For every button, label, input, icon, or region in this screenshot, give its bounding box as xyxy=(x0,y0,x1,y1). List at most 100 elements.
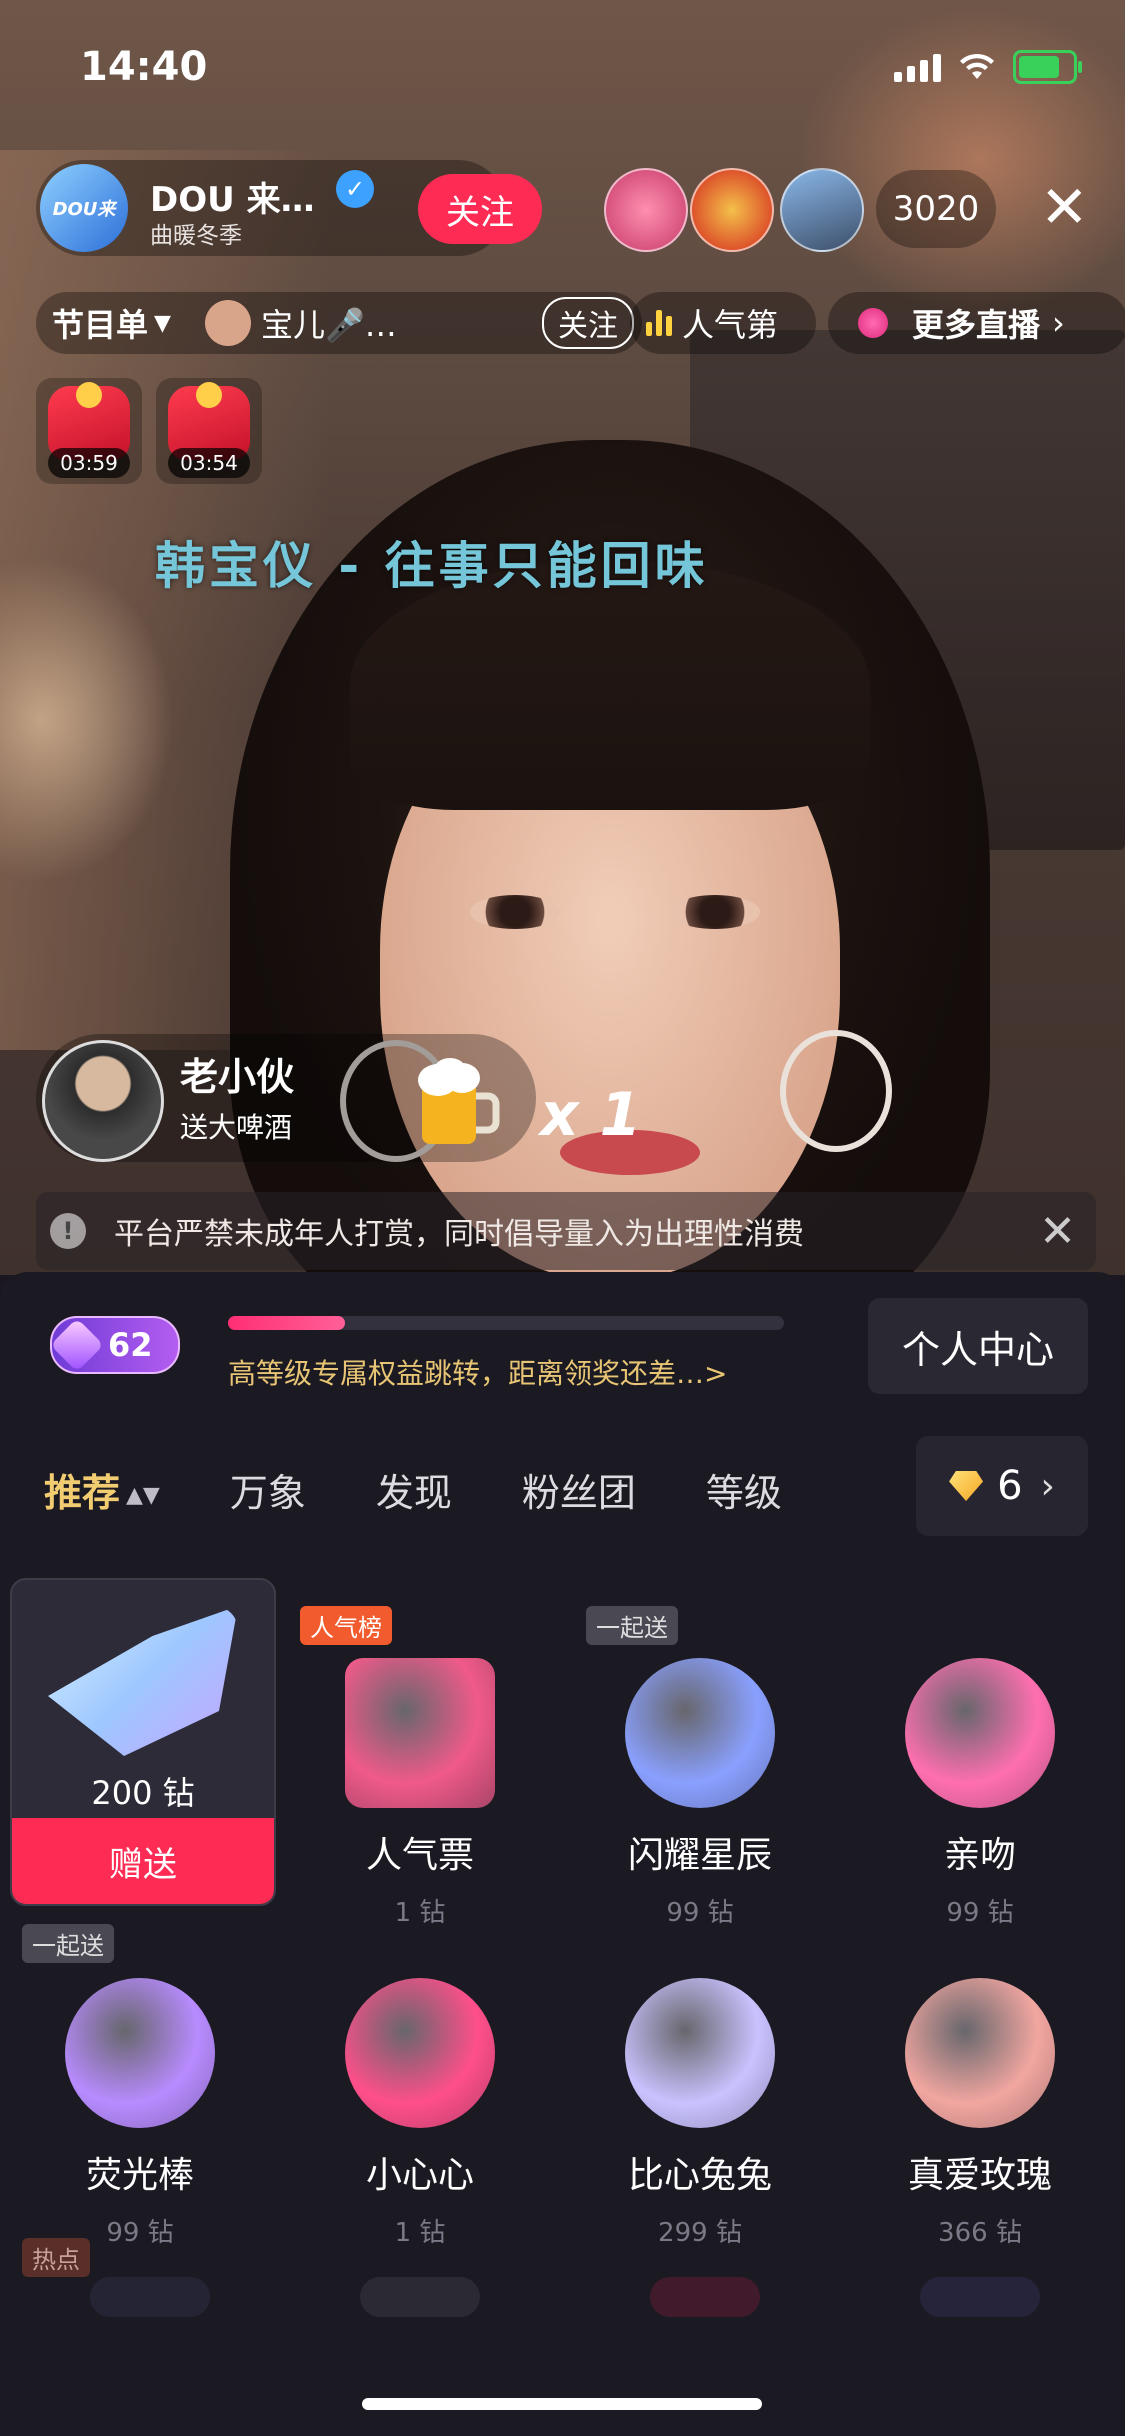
chevron-right-icon: › xyxy=(1052,304,1065,342)
crystal-shoe-icon xyxy=(48,1606,238,1756)
user-level-badge[interactable]: 62 xyxy=(50,1316,180,1374)
red-packet-timer: 03:54 xyxy=(168,448,250,478)
performer-follow-button[interactable]: 关注 xyxy=(542,297,634,349)
signal-icon xyxy=(894,52,941,82)
sender-avatar[interactable] xyxy=(42,1040,164,1162)
status-time: 14:40 xyxy=(80,44,208,90)
popularity-ticket-icon xyxy=(345,1658,495,1808)
heart-bunny-icon xyxy=(625,1978,775,2128)
close-icon[interactable]: ✕ xyxy=(1040,178,1089,236)
viewer-avatar[interactable] xyxy=(690,168,774,252)
viewer-count[interactable]: 3020 xyxy=(876,170,996,248)
viewer-avatar[interactable] xyxy=(780,168,864,252)
tab-discover[interactable]: 发现 xyxy=(376,1462,452,1517)
verified-icon: ✓ xyxy=(336,170,374,208)
diamond-balance[interactable]: 6 › xyxy=(916,1436,1088,1536)
chevron-right-icon: › xyxy=(1040,1465,1055,1507)
gift-action: 送大啤酒 xyxy=(180,1111,293,1144)
small-heart-icon xyxy=(345,1978,495,2128)
send-gift-button[interactable]: 赠送 xyxy=(12,1818,274,1904)
gift-tag: 人气榜 xyxy=(300,1606,392,1645)
diamond-icon xyxy=(949,1471,984,1501)
gift-item[interactable]: 闪耀星辰 99 钻 xyxy=(570,1658,830,1929)
host-subtitle: 曲暖冬季 xyxy=(150,223,242,249)
sender-name: 老小伙 xyxy=(180,1055,295,1099)
gift-item-partial xyxy=(650,2277,760,2317)
gift-name: 真爱玫瑰 xyxy=(907,2155,1052,2196)
gift-price: 366 钻 xyxy=(938,2218,1022,2248)
gift-item[interactable]: 比心兔兔 299 钻 xyxy=(570,1978,830,2249)
gift-panel: 62 高等级专属权益跳转，距离领奖还差…> 个人中心 推荐 ▲▼ 万象 发现 粉丝… xyxy=(0,1272,1125,2436)
live-dot-icon xyxy=(858,308,888,338)
spending-notice: ! 平台严禁未成年人打赏，同时倡导量入为出理性消费 ✕ xyxy=(36,1192,1096,1270)
popularity-rank-chip[interactable]: 人气第 xyxy=(630,292,816,354)
more-live-label: 更多直播 xyxy=(912,306,1041,344)
rank-label: 人气第 xyxy=(682,306,779,344)
gift-item[interactable]: 人气票 1 钻 xyxy=(290,1658,550,1929)
beer-mug-icon xyxy=(418,1058,500,1144)
tab-recommended[interactable]: 推荐 ▲▼ xyxy=(44,1462,160,1517)
gift-price: 299 钻 xyxy=(658,2218,742,2248)
gift-item-partial xyxy=(90,2277,210,2317)
gift-name: 小心心 xyxy=(365,2155,474,2196)
balance-value: 6 xyxy=(997,1463,1023,1509)
more-live-chip[interactable]: 更多直播 › xyxy=(828,292,1125,354)
red-packet[interactable]: 03:54 xyxy=(156,378,262,484)
red-packet-timer: 03:59 xyxy=(48,448,130,478)
gift-name: 比心兔兔 xyxy=(627,2155,772,2196)
battery-icon xyxy=(1013,50,1082,84)
gift-price: 1 钻 xyxy=(394,2218,446,2248)
gift-item-selected[interactable]: 200 钻 赠送 xyxy=(10,1578,276,1906)
song-title: 韩宝仪 - 往事只能回味 xyxy=(155,537,709,595)
host-name: DOU 来… xyxy=(150,180,315,220)
program-chip[interactable]: 节目单 ▼ 宝儿🎤… 关注 xyxy=(36,292,642,354)
earring-right xyxy=(780,1030,892,1152)
caret-down-icon: ▼ xyxy=(154,310,171,336)
gift-price: 99 钻 xyxy=(946,1898,1014,1928)
streamer-eye-left xyxy=(470,895,560,929)
host-avatar[interactable]: DOU来 xyxy=(40,164,128,252)
home-indicator[interactable] xyxy=(362,2398,762,2410)
gift-price: 200 钻 xyxy=(91,1774,195,1812)
gift-item-partial xyxy=(360,2277,480,2317)
gift-multiplier: x 1 xyxy=(540,1080,642,1150)
personal-center-button[interactable]: 个人中心 xyxy=(868,1298,1088,1394)
program-label[interactable]: 节目单 xyxy=(52,300,148,346)
tab-fan-club[interactable]: 粉丝团 xyxy=(522,1462,636,1517)
viewer-avatar[interactable] xyxy=(604,168,688,252)
user-level: 62 xyxy=(108,1326,153,1364)
gift-name: 人气票 xyxy=(365,1835,474,1876)
performer-name: 宝儿🎤… xyxy=(260,306,397,344)
red-packet-knot xyxy=(76,382,102,408)
host-info[interactable]: DOU来 DOU 来… ✓ 曲暖冬季 关注 xyxy=(36,160,542,256)
red-packet[interactable]: 03:59 xyxy=(36,378,142,484)
tab-label: 推荐 xyxy=(44,1471,121,1515)
gift-item[interactable]: 荧光棒 99 钻 xyxy=(10,1978,270,2249)
rose-bouquet-icon xyxy=(905,1978,1055,2128)
performer-avatar xyxy=(204,300,251,346)
gift-item[interactable]: 亲吻 99 钻 xyxy=(850,1658,1110,1929)
hot-tag: 热点 xyxy=(22,2238,90,2277)
notice-text: 平台严禁未成年人打赏，同时倡导量入为出理性消费 xyxy=(114,1217,804,1252)
red-packet-knot xyxy=(196,382,222,408)
rank-bars-icon xyxy=(646,310,672,336)
gift-name: 荧光棒 xyxy=(85,2155,194,2196)
gift-item[interactable]: 小心心 1 钻 xyxy=(290,1978,550,2249)
gift-category-tabs: 推荐 ▲▼ 万象 发现 粉丝团 等级 xyxy=(44,1462,852,1517)
notice-close-icon[interactable]: ✕ xyxy=(1039,1206,1076,1257)
glow-stick-icon xyxy=(65,1978,215,2128)
gift-tag: 一起送 xyxy=(586,1606,678,1645)
shining-star-icon xyxy=(625,1658,775,1808)
tab-wanxiang[interactable]: 万象 xyxy=(230,1462,306,1517)
status-icons xyxy=(894,50,1082,84)
wifi-icon xyxy=(960,53,994,79)
level-progress-bar xyxy=(228,1316,784,1330)
level-gem-icon xyxy=(50,1318,104,1372)
level-hint-link[interactable]: 高等级专属权益跳转，距离领奖还差…> xyxy=(228,1352,727,1392)
kiss-heart-icon xyxy=(905,1658,1055,1808)
gift-tag: 一起送 xyxy=(22,1924,114,1963)
gift-item[interactable]: 真爱玫瑰 366 钻 xyxy=(850,1978,1110,2249)
sort-icon: ▲▼ xyxy=(126,1483,160,1508)
tab-level[interactable]: 等级 xyxy=(706,1462,782,1517)
follow-button[interactable]: 关注 xyxy=(418,174,542,244)
